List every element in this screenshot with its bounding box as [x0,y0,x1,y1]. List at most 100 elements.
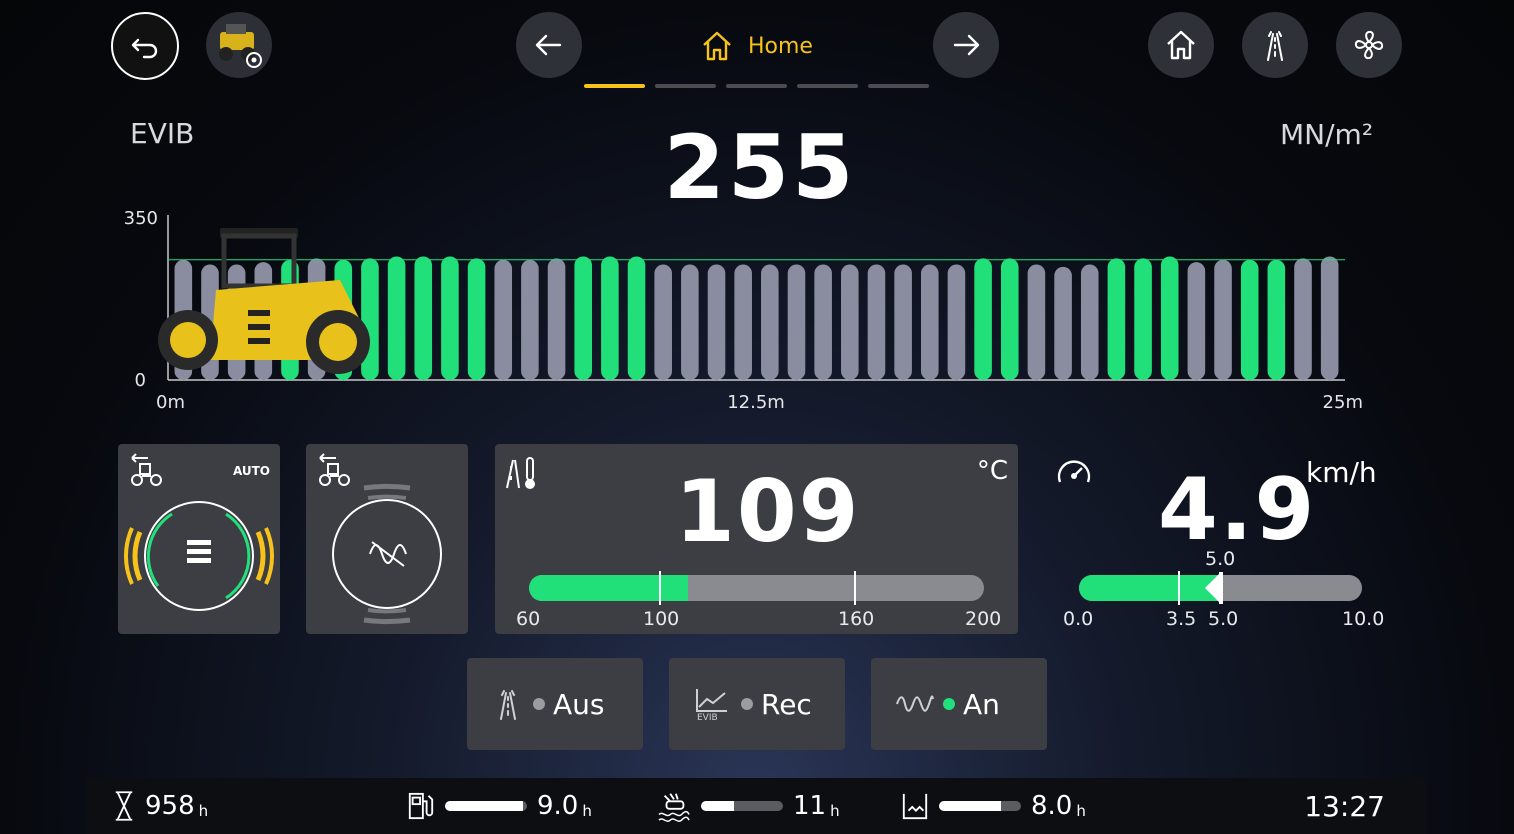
arrow-left-icon [535,34,562,56]
chart-bar [787,264,806,380]
page-indicator [584,84,929,88]
vibration-wave-icon [896,695,934,712]
chart-bar [521,259,539,380]
chart-bar [841,264,859,380]
chart-bar [814,264,832,380]
speed-mark-3-5 [1178,571,1181,605]
evib-label: EVIB [130,117,195,150]
speed-setpoint-label: 5.0 [1205,548,1236,570]
chart-bar [387,256,406,380]
fuel-hours-unit: h [582,802,592,820]
chart-bar [494,259,513,380]
previous-page-button[interactable] [516,12,582,78]
page-title: Home [700,28,813,64]
y-tick-max: 350 [124,208,158,229]
chart-bar [761,264,779,380]
chart-bar [1107,258,1126,380]
chart-bar [681,264,699,380]
speed-scale-max: 10.0 [1342,608,1385,630]
chart-bar [1294,258,1312,380]
fuel-level-bar [445,801,527,811]
chart-bar [1214,259,1232,380]
chart-bar [1027,264,1046,380]
temperature-unit: °C [976,456,1008,486]
speedometer-icon [1057,460,1091,483]
auto-drive-panel[interactable]: AUTO [118,444,280,634]
speed-scale-3-5: 3.5 [1166,608,1197,630]
x-tick-mid: 12.5m [727,392,785,413]
svg-text:EVIB: EVIB [697,713,718,721]
home-button[interactable] [1148,12,1214,78]
next-page-button[interactable] [933,12,999,78]
machine-settings-button[interactable] [206,12,272,78]
speed-bar-fill [1079,575,1218,601]
vibration-toggle-button[interactable]: An [871,658,1047,750]
spray-toggle-button[interactable]: Aus [467,658,643,750]
vibration-panel[interactable] [306,444,468,634]
chart-bar [627,256,646,380]
hourglass-icon [115,791,133,821]
chart-bar [920,264,939,380]
chart-bar [547,258,566,380]
fuel-status: 9.0 h [407,790,592,822]
chart-bar [1080,264,1099,380]
tank-level-fill [939,801,1001,811]
status-dot [741,698,753,710]
fan-icon [1354,30,1384,60]
operating-hours-value: 958 [145,791,195,821]
chart-bar [467,258,486,380]
fuel-pump-icon [408,792,434,820]
temperature-value: 109 [675,462,861,562]
evib-record-button[interactable]: EVIB Rec [669,658,845,750]
speed-value: 4.9 [1158,460,1317,560]
tank-icon [902,793,928,820]
chart-bar [1320,256,1339,380]
speed-scale-5-0: 5.0 [1208,608,1239,630]
fan-button[interactable] [1336,12,1402,78]
chart-bar [441,256,459,380]
page-dot [868,84,929,88]
page-title-text: Home [748,33,813,59]
temperature-scale-100: 100 [643,608,680,630]
chart-bar [1000,258,1019,380]
temperature-scale-min: 60 [516,608,541,630]
temperature-mark-100 [659,571,661,605]
chart-bar [601,256,619,380]
asphalt-temperature-icon [506,457,535,489]
chart-bar [361,258,379,380]
chart-bar [1160,256,1179,380]
tank-level-bar [939,801,1021,811]
asphalt-temperature-panel: 109 °C 60 100 160 200 [495,444,1018,634]
temperature-mark-160 [854,571,856,605]
chart-bar [894,264,912,380]
road-spray-icon [500,690,516,720]
page-dot [797,84,858,88]
chart-bar [414,256,433,380]
road-spray-button[interactable] [1242,12,1308,78]
temperature-scale-160: 160 [838,608,875,630]
fuel-level-fill [445,801,523,811]
operating-hours: 958 h [113,790,208,822]
back-arrow-icon [131,38,158,59]
vibration-mode-label: An [963,687,1000,721]
record-mode-label: Rec [761,687,812,721]
roller-settings-icon [219,24,262,68]
chart-bar [974,258,992,380]
x-tick-end: 25m [1323,392,1363,413]
temperature-scale-max: 200 [965,608,1002,630]
evib-chart-icon: EVIB [696,689,727,721]
tank-status: 8.0 h [901,790,1086,822]
water-spray-icon [658,793,690,822]
temperature-bar-fill [529,575,689,601]
chart-bar [574,256,593,380]
tank-hours-value: 8.0 [1031,791,1073,821]
auto-badge: AUTO [232,464,270,478]
y-tick-min: 0 [135,370,146,391]
water-level-bar [701,801,783,811]
chart-bar [1134,258,1152,380]
speed-setpoint-slider[interactable] [1201,570,1225,606]
page-dot [726,84,787,88]
home-icon [703,31,731,61]
water-level-fill [701,801,734,811]
back-button[interactable] [111,12,179,80]
